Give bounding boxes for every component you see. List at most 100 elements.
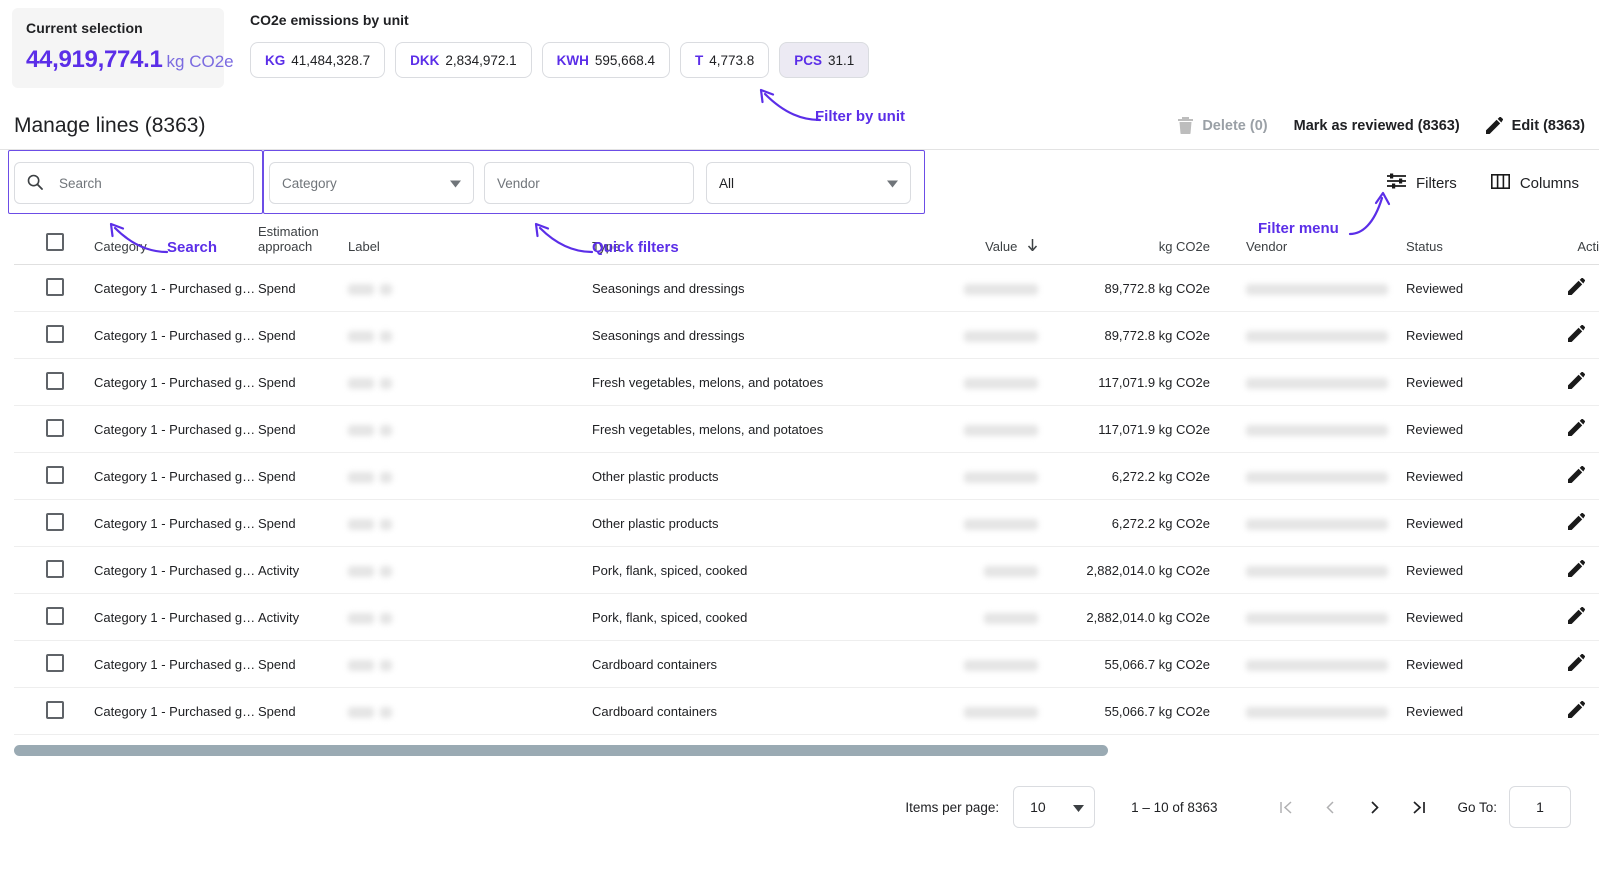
column-header-type[interactable]: Type (578, 218, 926, 265)
goto-page-input[interactable]: 1 (1509, 786, 1571, 828)
next-page-button[interactable] (1361, 794, 1387, 820)
table-row[interactable]: Category 1 - Purchased g… Activity Pork, f… (14, 593, 1599, 641)
redacted-value-block (964, 377, 1038, 389)
table-row[interactable]: Category 1 - Purchased g… Spend Other plas… (14, 452, 1599, 500)
cell-type-text: Cardboard containers (592, 656, 718, 672)
cell-vendor (1232, 405, 1400, 453)
row-edit-icon[interactable] (1568, 559, 1585, 580)
chevron-down-icon (887, 176, 898, 191)
row-checkbox[interactable] (46, 700, 64, 719)
current-selection-card: Current selection 44,919,774.1 kg CO2e (12, 8, 234, 88)
current-selection-value-line: 44,919,774.1 kg CO2e (26, 46, 234, 74)
vendor-filter-input[interactable]: Vendor (484, 162, 694, 204)
redacted-label-block (348, 706, 374, 718)
row-edit-icon[interactable] (1568, 418, 1585, 439)
cell-status: Reviewed (1400, 358, 1518, 406)
cell-kg-co2e: 89,772.8 kg CO2e (1054, 264, 1232, 312)
row-checkbox[interactable] (46, 277, 64, 296)
search-input[interactable]: Search (14, 162, 254, 204)
redacted-value-block (964, 283, 1038, 295)
table-row[interactable]: Category 1 - Purchased g… Spend Cardboard … (14, 687, 1599, 735)
table-row[interactable]: Category 1 - Purchased g… Spend Fresh vege… (14, 405, 1599, 453)
column-header-category[interactable]: Category (80, 218, 256, 265)
row-checkbox[interactable] (46, 512, 64, 531)
redacted-vendor-block (1246, 659, 1388, 671)
table-row[interactable]: Category 1 - Purchased g… Spend Fresh vege… (14, 358, 1599, 406)
cell-category-text: Category 1 - Purchased g… (94, 468, 256, 484)
column-header-label[interactable]: Label (348, 218, 578, 265)
previous-page-button[interactable] (1317, 794, 1343, 820)
filters-button-label: Filters (1415, 174, 1457, 192)
cell-category: Category 1 - Purchased g… (80, 405, 256, 453)
summary-bar: Current selection 44,919,774.1 kg CO2e CO… (0, 0, 1599, 88)
row-edit-icon[interactable] (1568, 277, 1585, 298)
redacted-vendor-block (1246, 377, 1388, 389)
row-select-cell (14, 499, 80, 547)
unit-chip-dkk[interactable]: DKK 2,834,972.1 (395, 42, 532, 78)
redacted-label-block (348, 518, 374, 530)
cell-category: Category 1 - Purchased g… (80, 311, 256, 359)
column-header-status[interactable]: Status (1400, 218, 1518, 265)
unit-chip-kg[interactable]: KG 41,484,328.7 (250, 42, 386, 78)
horizontal-scrollbar[interactable] (14, 745, 1585, 756)
cell-actions (1518, 452, 1599, 500)
column-header-kg-co2e[interactable]: kg CO2e (1054, 218, 1232, 265)
row-checkbox[interactable] (46, 418, 64, 437)
row-checkbox[interactable] (46, 371, 64, 390)
unit-chip-pcs[interactable]: PCS 31.1 (779, 42, 870, 78)
column-header-value[interactable]: Value (926, 218, 1054, 265)
column-header-estimation-approach[interactable]: Estimation approach (256, 218, 348, 265)
cell-estimation-approach: Spend (256, 405, 348, 453)
cell-value (926, 687, 1054, 735)
table-header-row: Category Estimation approach Label Type … (14, 218, 1599, 265)
row-select-cell (14, 640, 80, 688)
row-edit-icon[interactable] (1568, 371, 1585, 392)
row-edit-icon[interactable] (1568, 606, 1585, 627)
redacted-label-block (348, 283, 374, 295)
last-page-button[interactable] (1405, 794, 1431, 820)
columns-button[interactable]: Columns (1490, 173, 1579, 193)
status-filter-select[interactable]: All (706, 162, 911, 204)
items-per-page-select[interactable]: 10 (1013, 786, 1096, 828)
row-edit-icon[interactable] (1568, 512, 1585, 533)
row-select-cell (14, 452, 80, 500)
first-page-button[interactable] (1273, 794, 1299, 820)
table-row[interactable]: Category 1 - Purchased g… Spend Seasonings… (14, 264, 1599, 312)
table-row[interactable]: Category 1 - Purchased g… Spend Cardboard … (14, 640, 1599, 688)
edit-button[interactable]: Edit (8363) (1485, 117, 1585, 134)
cell-type-text: Pork, flank, spiced, cooked (592, 609, 748, 625)
cell-value (926, 499, 1054, 547)
page-title: Manage lines (8363) (14, 113, 206, 137)
row-checkbox[interactable] (46, 324, 64, 343)
unit-chip-t[interactable]: T 4,773.8 (679, 42, 770, 78)
row-select-cell (14, 593, 80, 641)
row-edit-icon[interactable] (1568, 465, 1585, 486)
delete-button[interactable]: Delete (0) (1178, 117, 1268, 134)
row-edit-icon[interactable] (1568, 653, 1585, 674)
horizontal-scrollbar-thumb[interactable] (14, 745, 1108, 756)
row-edit-icon[interactable] (1568, 700, 1585, 721)
table-row[interactable]: Category 1 - Purchased g… Spend Seasonings… (14, 311, 1599, 359)
table-row[interactable]: Category 1 - Purchased g… Spend Other plas… (14, 499, 1599, 547)
table-row[interactable]: Category 1 - Purchased g… Activity Pork, f… (14, 546, 1599, 594)
row-select-cell (14, 405, 80, 453)
cell-type-text: Seasonings and dressings (592, 327, 745, 343)
goto-label: Go To: (1457, 799, 1497, 815)
row-checkbox[interactable] (46, 653, 64, 672)
redacted-value-block (964, 706, 1038, 718)
select-all-checkbox[interactable] (46, 233, 64, 251)
row-checkbox[interactable] (46, 465, 64, 484)
column-header-vendor[interactable]: Vendor (1232, 218, 1400, 265)
redacted-value-block (964, 330, 1038, 342)
columns-icon (1490, 173, 1510, 193)
row-checkbox[interactable] (46, 606, 64, 625)
cell-status: Reviewed (1400, 593, 1518, 641)
row-edit-icon[interactable] (1568, 324, 1585, 345)
cell-status: Reviewed (1400, 405, 1518, 453)
mark-as-reviewed-button[interactable]: Mark as reviewed (8363) (1294, 118, 1460, 134)
unit-chip-kwh[interactable]: KWH 595,668.4 (541, 42, 670, 78)
filters-button[interactable]: Filters (1386, 173, 1457, 193)
category-filter-select[interactable]: Category (269, 162, 474, 204)
row-checkbox[interactable] (46, 559, 64, 578)
redacted-label-block (380, 518, 392, 530)
